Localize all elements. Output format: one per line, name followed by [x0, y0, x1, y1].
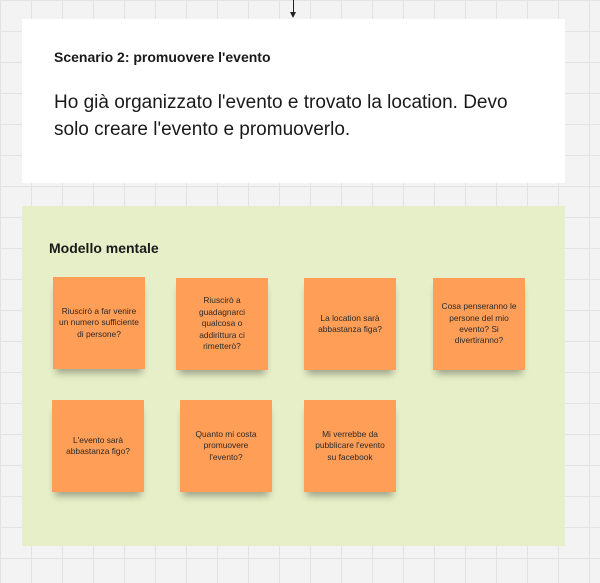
- sticky-note[interactable]: Cosa penseranno le persone del mio event…: [433, 278, 525, 370]
- sticky-note[interactable]: Mi verrebbe da pubblicare l'evento su fa…: [304, 400, 396, 492]
- sticky-note[interactable]: Riuscirò a guadagnarci qualcosa o addiri…: [176, 278, 268, 370]
- sticky-note[interactable]: L'evento sarà abbastanza figo?: [52, 400, 144, 492]
- scenario-body: Ho già organizzato l'evento e trovato la…: [54, 92, 508, 140]
- sticky-note-text: Riuscirò a far venire un numero sufficie…: [59, 305, 139, 339]
- sticky-note[interactable]: La location sarà abbastanza figa?: [304, 278, 396, 370]
- sticky-note-text: Riuscirò a guadagnarci qualcosa o addiri…: [198, 295, 246, 352]
- connector-arrow-icon: [290, 12, 296, 18]
- sticky-note[interactable]: Riuscirò a far venire un numero sufficie…: [53, 277, 145, 369]
- sticky-note-text: L'evento sarà abbastanza figo?: [66, 434, 130, 456]
- scenario-title: Scenario 2: promuovere l'evento: [54, 49, 271, 65]
- sticky-note-text: La location sarà abbastanza figa?: [318, 312, 382, 334]
- scenario-card[interactable]: Scenario 2: promuovere l'evento Ho già o…: [22, 19, 565, 183]
- frame-title: Modello mentale: [49, 240, 159, 256]
- mental-model-frame[interactable]: Modello mentale: [22, 206, 565, 546]
- sticky-note-text: Quanto mi costa promuovere l'evento?: [195, 428, 257, 462]
- sticky-note-text: Cosa penseranno le persone del mio event…: [441, 301, 517, 346]
- sticky-note-text: Mi verrebbe da pubblicare l'evento su fa…: [315, 428, 385, 462]
- sticky-note[interactable]: Quanto mi costa promuovere l'evento?: [180, 400, 272, 492]
